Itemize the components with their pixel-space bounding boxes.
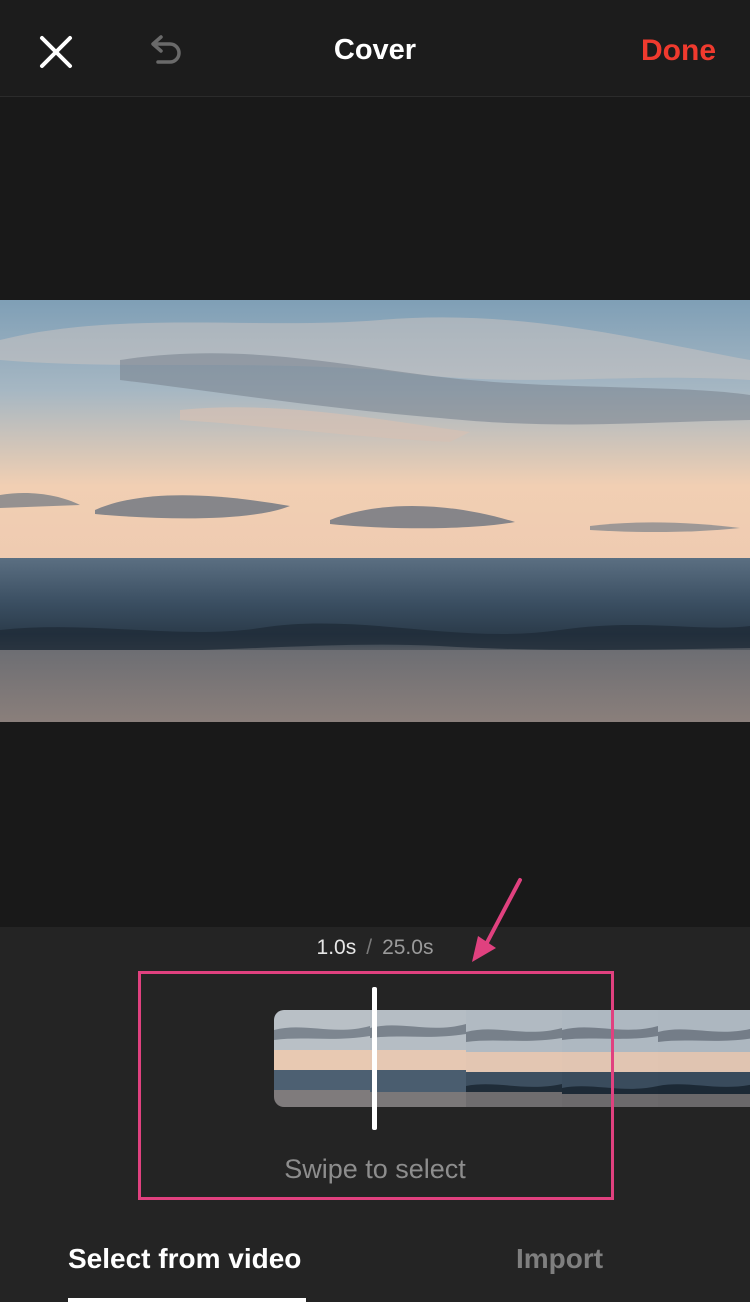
time-readout: 1.0s / 25.0s — [0, 936, 750, 960]
annotation-highlight-box — [138, 971, 614, 1200]
time-separator: / — [366, 936, 373, 959]
top-bar: Cover Done — [0, 0, 750, 97]
annotation-arrow-icon — [472, 878, 522, 962]
page-title: Cover — [333, 34, 417, 66]
tab-import[interactable]: Import — [516, 1243, 603, 1275]
done-button[interactable]: Done — [641, 34, 716, 68]
frame-thumbnail — [658, 1010, 750, 1107]
cover-frame-image — [0, 300, 750, 722]
active-tab-indicator — [68, 1298, 306, 1302]
tab-select-from-video[interactable]: Select from video — [68, 1243, 301, 1275]
current-time: 1.0s — [316, 936, 357, 959]
total-duration: 25.0s — [382, 936, 434, 959]
